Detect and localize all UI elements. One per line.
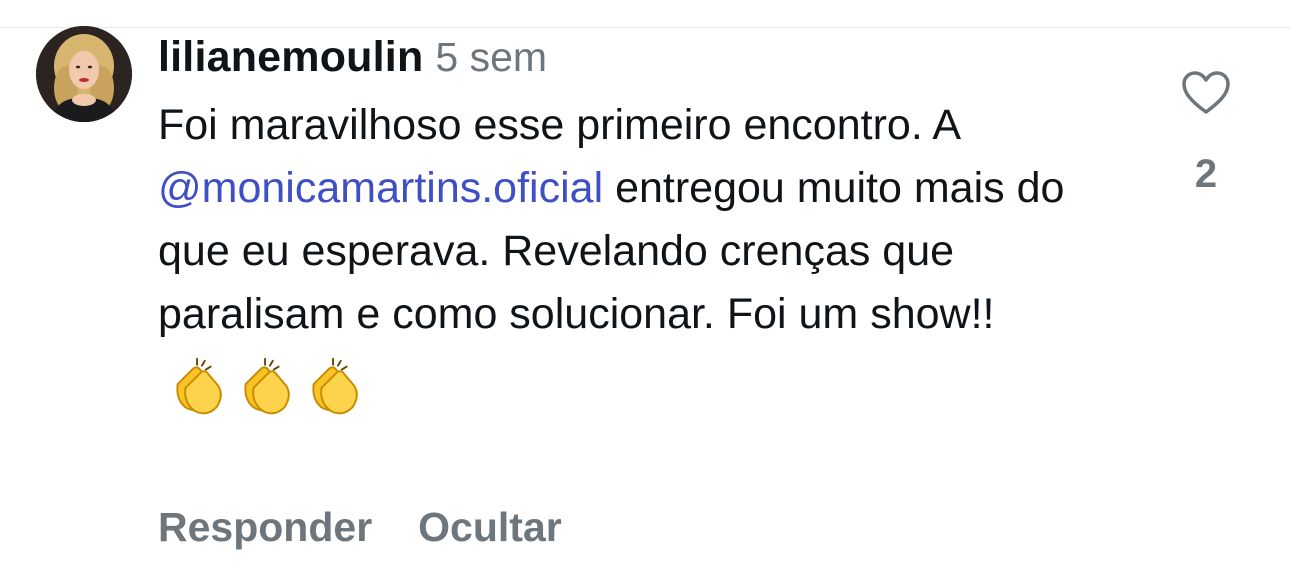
timestamp: 5 sem — [435, 34, 548, 80]
comment-header: lilianemoulin 5 sem — [158, 30, 1138, 84]
comment: lilianemoulin 5 sem Foi maravilhoso esse … — [158, 30, 1138, 417]
username[interactable]: lilianemoulin — [158, 33, 423, 81]
reply-button[interactable]: Responder — [158, 504, 372, 550]
clapping-hands-emoji — [312, 357, 358, 414]
comment-text: Foi maravilhoso esse primeiro encontro. … — [158, 94, 1098, 417]
heart-icon[interactable] — [1181, 70, 1231, 116]
comment-actions: Responder Ocultar — [158, 500, 608, 554]
top-divider — [0, 27, 1290, 28]
mention-link[interactable]: @monicamartins.oficial — [158, 164, 603, 212]
hide-button[interactable]: Ocultar — [418, 504, 562, 550]
like-column: 2 — [1170, 70, 1242, 197]
clapping-hands-emoji — [176, 357, 222, 414]
comment-text-start: Foi maravilhoso esse primeiro encontro. … — [158, 101, 959, 149]
clapping-hands-emoji — [244, 357, 290, 414]
emoji-row — [168, 352, 372, 417]
like-count: 2 — [1194, 152, 1218, 196]
avatar[interactable] — [36, 26, 132, 122]
